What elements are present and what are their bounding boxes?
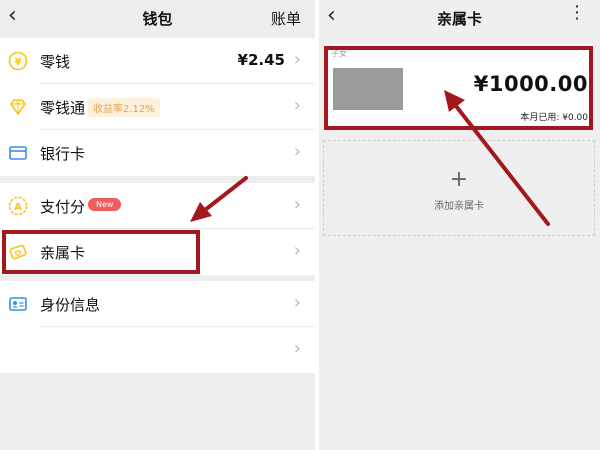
- chevron-right-icon: ›: [293, 141, 301, 162]
- payscore-icon: A: [8, 196, 28, 216]
- list-item-bank-card[interactable]: 银行卡 ›: [0, 130, 315, 176]
- list-item-lingqiantong[interactable]: 零钱通 收益率2.12% ›: [0, 84, 315, 130]
- page-title: 钱包: [142, 10, 173, 28]
- list-item-label: 零钱: [40, 53, 71, 71]
- bill-button[interactable]: 账单: [271, 8, 301, 29]
- chevron-right-icon: ›: [293, 338, 301, 359]
- list-item-identity[interactable]: 身份信息 ›: [0, 281, 315, 327]
- more-icon[interactable]: ⋮: [568, 4, 586, 22]
- bank-card-icon: [9, 146, 27, 160]
- list-item-blank[interactable]: ›: [0, 327, 315, 373]
- wallet-header: ‹ 钱包 账单: [0, 0, 315, 36]
- new-badge: New: [88, 198, 122, 211]
- chevron-right-icon: ›: [293, 240, 301, 261]
- yield-badge: 收益率2.12%: [88, 98, 160, 117]
- diamond-icon: [10, 99, 26, 115]
- balance-value: ¥2.45: [237, 51, 285, 69]
- coin-icon: ¥: [8, 51, 28, 71]
- plus-icon: +: [449, 167, 469, 192]
- list-item-payscore[interactable]: A 支付分 New ›: [0, 183, 315, 229]
- family-card-screen: ‹ 亲属卡 ⋮ 子女 ¥1000.00 本月已用: ¥0.00 + 添加亲属卡: [319, 0, 600, 450]
- list-item-label: 身份信息: [40, 296, 101, 314]
- family-card-header: ‹ 亲属卡 ⋮: [319, 0, 600, 36]
- wallet-screen: ‹ 钱包 账单 ¥ 零钱 ¥2.45 › 零钱通 收益率2.12% › 银行卡 …: [0, 0, 315, 450]
- highlight-box-family-card: [2, 230, 200, 274]
- chevron-right-icon: ›: [293, 95, 301, 116]
- svg-text:A: A: [14, 202, 22, 213]
- chevron-right-icon: ›: [293, 292, 301, 313]
- chevron-right-icon: ›: [293, 194, 301, 215]
- highlight-box-card: [324, 46, 593, 130]
- add-family-card-button[interactable]: + 添加亲属卡: [323, 140, 595, 236]
- list-item-label: 支付分: [40, 198, 86, 216]
- list-item-change[interactable]: ¥ 零钱 ¥2.45 ›: [0, 38, 315, 84]
- id-card-icon: [9, 297, 27, 311]
- list-item-label: 银行卡: [40, 145, 86, 163]
- add-family-card-label: 添加亲属卡: [434, 201, 484, 212]
- list-item-label: 零钱通: [40, 99, 86, 117]
- svg-text:¥: ¥: [15, 57, 22, 68]
- page-title: 亲属卡: [436, 10, 482, 28]
- chevron-right-icon: ›: [293, 49, 301, 70]
